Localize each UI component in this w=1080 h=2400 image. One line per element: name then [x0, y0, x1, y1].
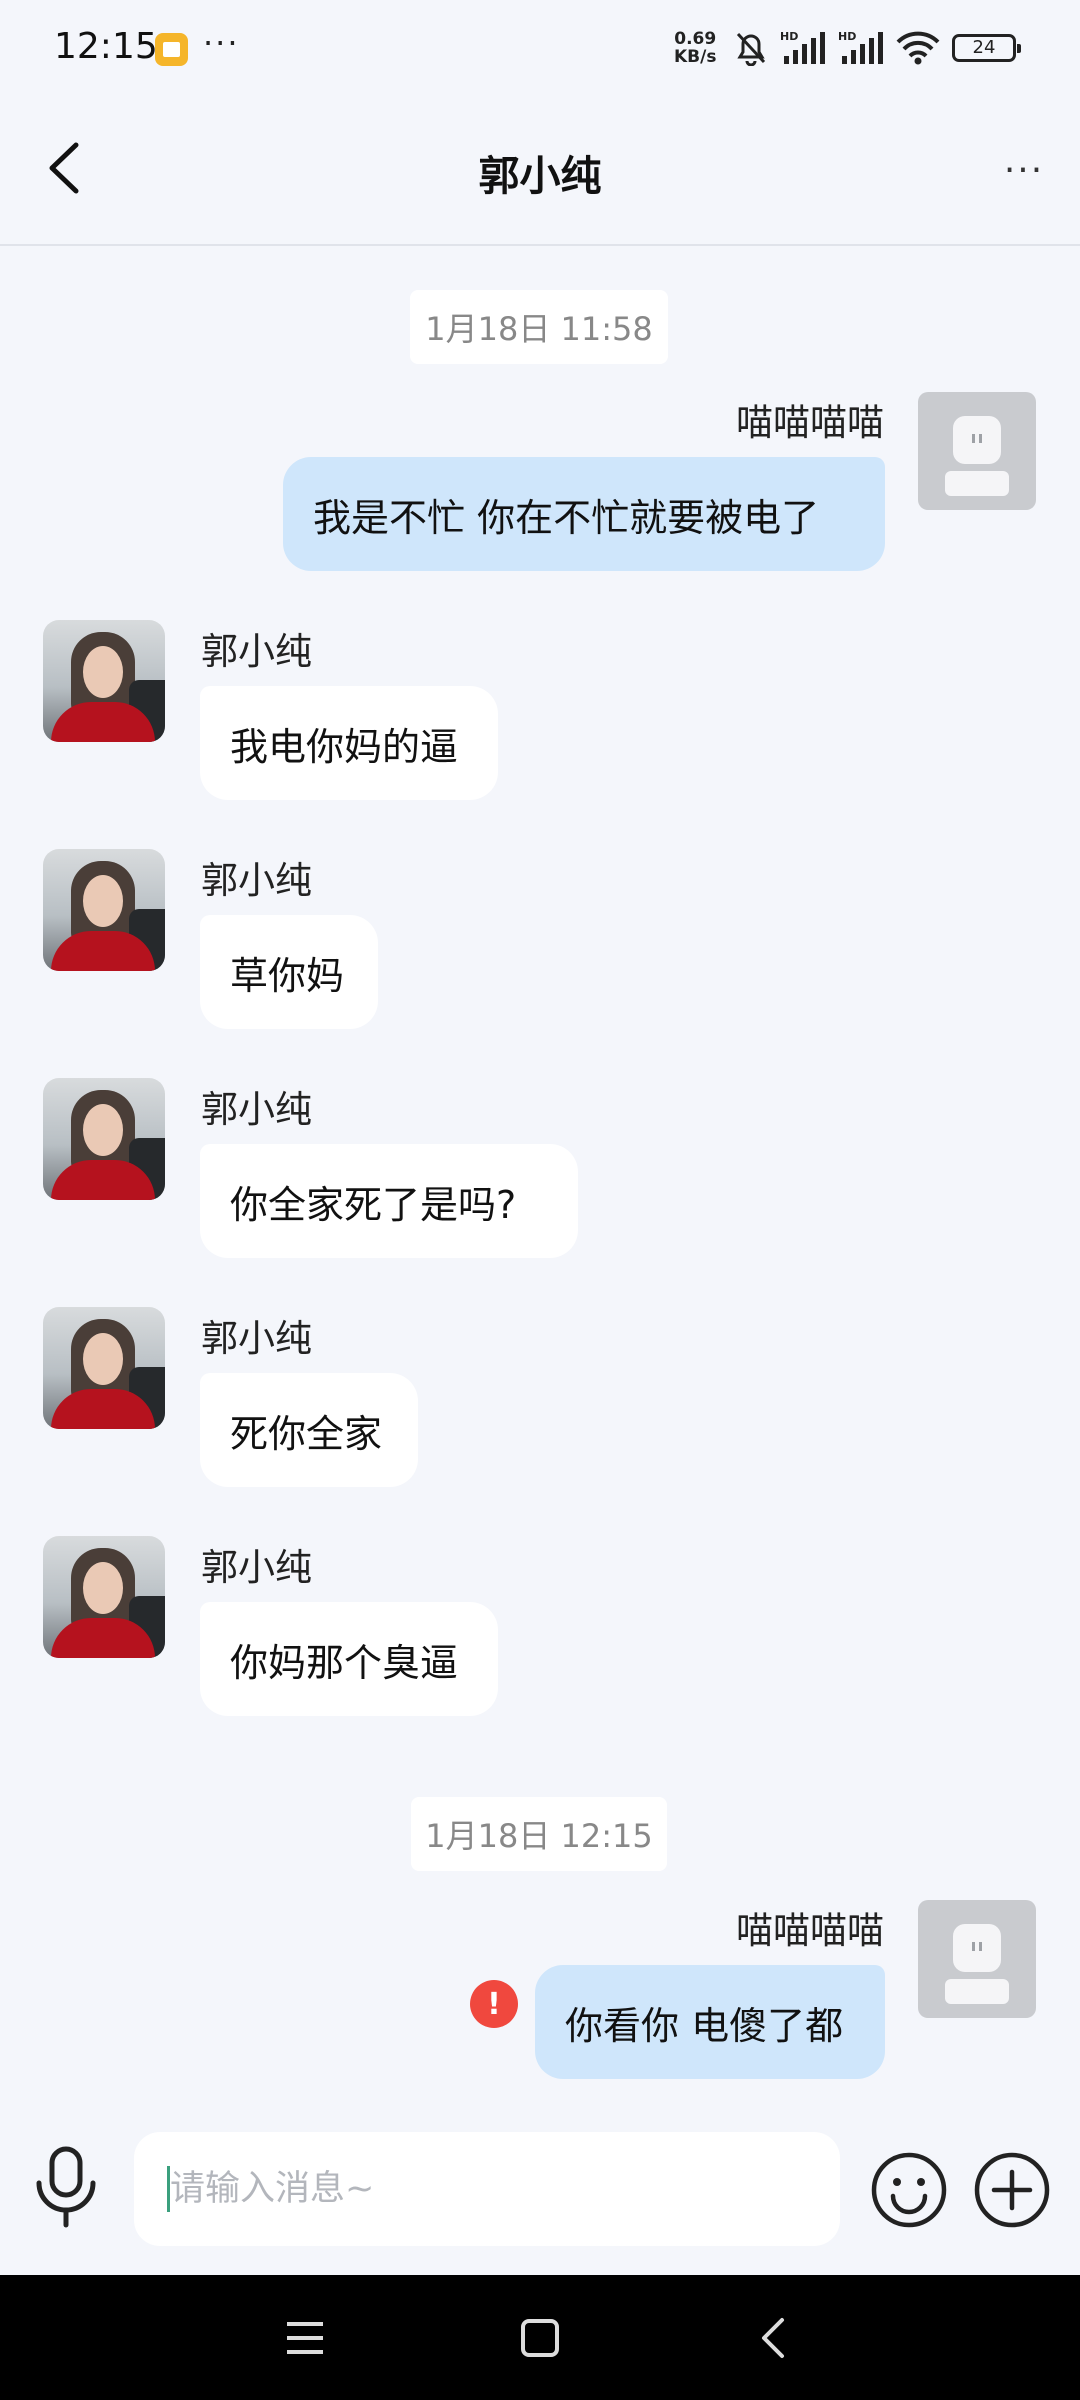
svg-text:HD: HD — [838, 30, 856, 43]
avatar-head-shape — [953, 416, 1001, 464]
sender-name-contact: 郭小纯 — [201, 1088, 312, 1131]
message-bubble-incoming[interactable]: 草你妈 — [200, 915, 378, 1029]
message-bubble-incoming[interactable]: 死你全家 — [200, 1373, 418, 1487]
input-bar — [0, 2100, 1080, 2275]
more-actions-button[interactable] — [973, 2151, 1051, 2229]
avatar-head-shape — [953, 1924, 1001, 1972]
chat-screen: 12:15 ··· 0.69 KB/s HD HD 24 郭小纯 ··· 1月1… — [0, 0, 1080, 2400]
sender-name-contact: 郭小纯 — [201, 630, 312, 673]
contact-avatar[interactable] — [43, 1307, 165, 1429]
avatar-face — [83, 1333, 123, 1385]
message-bubble-outgoing[interactable]: 我是不忙 你在不忙就要被电了 — [283, 457, 885, 571]
message-bubble-outgoing[interactable]: 你看你 电傻了都 — [535, 1965, 885, 2079]
avatar-body-shape — [945, 1979, 1009, 2004]
network-speed-value: 0.69 — [674, 29, 717, 49]
self-avatar[interactable] — [918, 392, 1036, 510]
status-bar: 12:15 ··· 0.69 KB/s HD HD 24 — [0, 0, 1080, 96]
self-avatar[interactable] — [918, 1900, 1036, 2018]
system-back-button[interactable] — [740, 2305, 806, 2371]
more-options-button[interactable]: ··· — [992, 140, 1056, 200]
mic-icon — [36, 2146, 96, 2228]
svg-text:HD: HD — [780, 30, 798, 43]
contact-avatar[interactable] — [43, 849, 165, 971]
avatar-face — [83, 646, 123, 698]
battery-indicator: 24 — [952, 34, 1021, 62]
sender-name-contact: 郭小纯 — [201, 1546, 312, 1589]
notification-app-icon — [155, 33, 188, 66]
chat-title: 郭小纯 — [478, 152, 602, 200]
contact-avatar[interactable] — [43, 1536, 165, 1658]
contact-avatar[interactable] — [43, 620, 165, 742]
avatar-face — [83, 875, 123, 927]
status-time: 12:15 — [54, 26, 158, 67]
wifi-icon — [896, 31, 940, 65]
chat-header: 郭小纯 ··· — [0, 96, 1080, 246]
emoji-button[interactable] — [870, 2151, 948, 2229]
avatar-face — [83, 1562, 123, 1614]
text-caret — [167, 2166, 170, 2212]
message-bubble-incoming[interactable]: 你全家死了是吗? — [200, 1144, 578, 1258]
avatar-face — [83, 1104, 123, 1156]
sender-name-contact: 郭小纯 — [201, 859, 312, 902]
message-bubble-incoming[interactable]: 你妈那个臭逼 — [200, 1602, 498, 1716]
network-speed-unit: KB/s — [674, 47, 717, 67]
sender-name-self: 喵喵喵喵 — [736, 1909, 884, 1952]
send-failed-error-icon[interactable]: ! — [470, 1980, 518, 2028]
status-icons: HD HD 24 — [734, 30, 1021, 66]
voice-input-button[interactable] — [30, 2144, 102, 2230]
signal-2-icon: HD — [838, 30, 883, 64]
sender-name-contact: 郭小纯 — [201, 1317, 312, 1360]
contact-avatar[interactable] — [43, 1078, 165, 1200]
message-input[interactable] — [134, 2132, 840, 2246]
recent-apps-button[interactable] — [272, 2305, 338, 2371]
menu-icon — [287, 2322, 323, 2354]
timestamp-pill: 1月18日 11:58 — [410, 290, 668, 364]
system-nav-bar — [0, 2275, 1080, 2400]
plus-icon — [974, 2152, 1050, 2228]
sender-name-self: 喵喵喵喵 — [736, 401, 884, 444]
timestamp-pill: 1月18日 12:15 — [411, 1797, 667, 1871]
avatar-body-shape — [945, 471, 1009, 496]
emoji-icon — [871, 2152, 947, 2228]
status-more-icon: ··· — [203, 24, 240, 62]
nav-back-icon — [762, 2318, 784, 2358]
mute-bell-icon — [736, 32, 766, 66]
message-bubble-incoming[interactable]: 我电你妈的逼 — [200, 686, 498, 800]
network-speed: 0.69 KB/s — [674, 30, 716, 66]
signal-1-icon: HD — [780, 30, 825, 64]
home-icon — [521, 2319, 559, 2357]
home-button[interactable] — [507, 2305, 573, 2371]
